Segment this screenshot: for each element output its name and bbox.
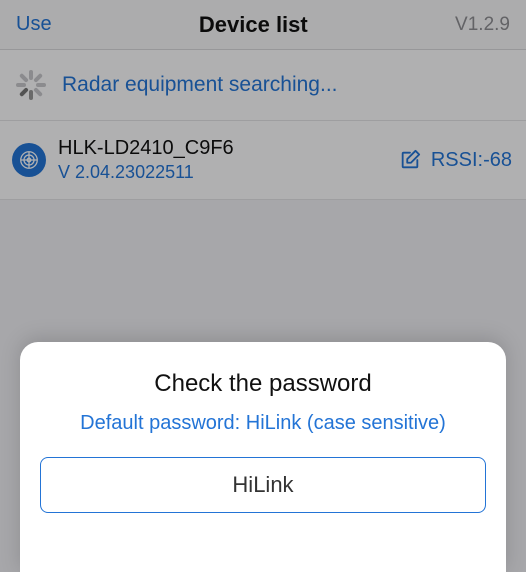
dialog-subtitle: Default password: HiLink (case sensitive… <box>40 412 486 435</box>
modal-overlay[interactable]: Check the password Default password: HiL… <box>0 0 526 572</box>
password-dialog: Check the password Default password: HiL… <box>20 342 506 572</box>
dialog-title: Check the password <box>40 370 486 398</box>
password-input-wrap[interactable] <box>40 457 486 513</box>
app-screen: Use Device list V1.2.9 Radar equipment s… <box>0 0 526 572</box>
password-input[interactable] <box>41 472 485 498</box>
